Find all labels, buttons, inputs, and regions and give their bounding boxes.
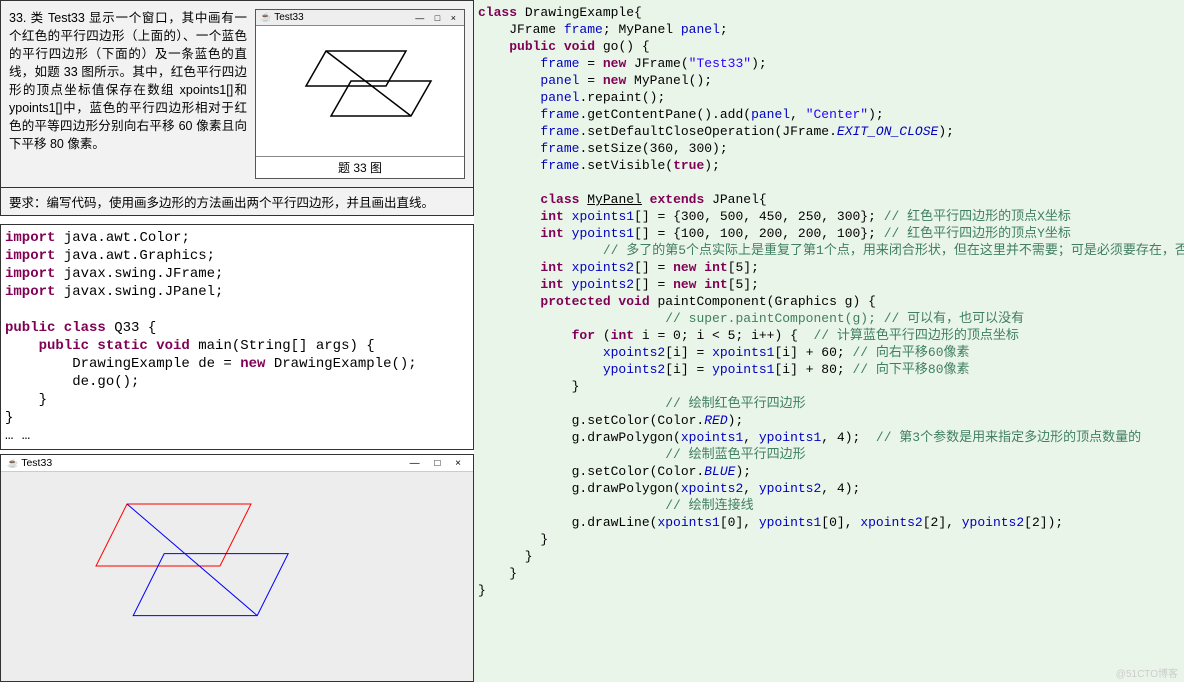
output-canvas	[1, 472, 473, 681]
figure-caption: 题 33 图	[256, 156, 464, 178]
java-icon: ☕	[7, 458, 18, 469]
watermark: @51CTO博客	[1116, 665, 1178, 680]
problem-body: 类 Test33 显示一个窗口，其中画有一个红色的平行四边形（上面的）、一个蓝色…	[9, 11, 247, 151]
java-icon: ☕	[260, 12, 271, 23]
output-titlebar: ☕ Test33 — □ ×	[1, 455, 473, 472]
code-ellipsis: … …	[5, 428, 30, 444]
code-panel-right: class DrawingExample{ JFrame frame; MyPa…	[474, 0, 1184, 682]
problem-number: 33.	[9, 11, 26, 25]
figure-window-titlebar: ☕ Test33 — □ ×	[256, 10, 464, 26]
output-window: ☕ Test33 — □ ×	[0, 454, 474, 682]
window-controls: — □ ×	[410, 458, 467, 469]
window-controls: — □ ×	[415, 13, 460, 23]
figure-canvas	[256, 26, 464, 156]
output-title: Test33	[21, 457, 52, 469]
code-panel-left: import import java.awt.Color;java.awt.Co…	[0, 224, 474, 450]
problem-statement: 33. 类 Test33 显示一个窗口，其中画有一个红色的平行四边形（上面的）、…	[0, 0, 474, 188]
figure-window-title: Test33	[274, 12, 303, 23]
problem-text: 33. 类 Test33 显示一个窗口，其中画有一个红色的平行四边形（上面的）、…	[5, 5, 251, 183]
problem-requirement: 要求：编写代码，使用画多边形的方法画出两个平行四边形，并且画出直线。	[0, 188, 474, 216]
problem-figure: ☕ Test33 — □ × 题 33 图	[255, 9, 465, 179]
